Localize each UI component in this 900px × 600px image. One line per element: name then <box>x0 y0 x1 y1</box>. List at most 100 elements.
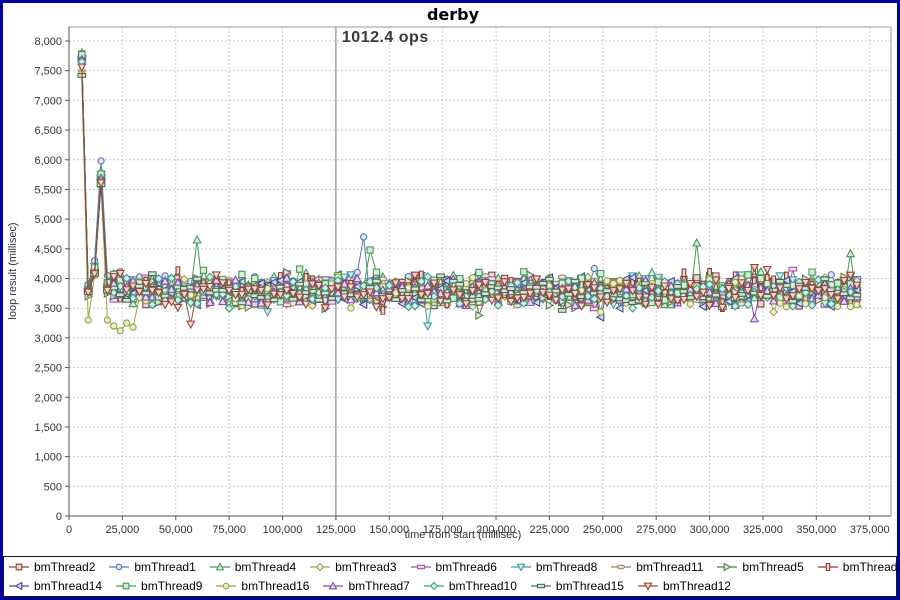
x-tick-label: 375,000 <box>850 524 890 536</box>
series-marker <box>482 292 490 296</box>
series-marker <box>116 293 124 297</box>
series-marker <box>392 298 400 302</box>
series-marker <box>104 317 110 323</box>
legend-label: bmThread12 <box>663 577 731 596</box>
y-axis-label: loop result (millisec) <box>7 222 19 319</box>
series-marker <box>117 564 123 570</box>
series-marker <box>687 301 693 307</box>
series-marker <box>604 278 610 284</box>
series-bmThread11 <box>78 54 861 307</box>
x-tick-label: 125,000 <box>316 524 356 536</box>
triangle-right-marker-icon <box>716 561 738 573</box>
series-marker <box>598 309 604 315</box>
legend-item-bmThread5: bmThread5 <box>716 558 803 577</box>
series-marker <box>840 292 848 296</box>
series-marker <box>381 307 385 315</box>
series-marker <box>618 565 625 569</box>
series-marker <box>373 279 381 283</box>
y-tick-label: 4,500 <box>34 244 62 256</box>
series-marker <box>430 583 437 590</box>
series-marker <box>469 275 475 281</box>
series-marker <box>751 315 759 322</box>
square-marker-icon <box>8 561 30 573</box>
series-marker <box>148 272 156 276</box>
circle-marker-icon <box>215 580 237 592</box>
legend-item-bmThread14: bmThread14 <box>8 577 102 596</box>
series-marker <box>763 267 771 274</box>
series-marker <box>763 294 771 298</box>
series-marker <box>361 234 367 240</box>
legend-item-bmThread13: bmThread13 <box>817 558 900 577</box>
legend-item-bmThread11: bmThread11 <box>610 558 703 577</box>
series-marker <box>682 269 686 277</box>
circle-marker-icon <box>108 561 130 573</box>
series-marker <box>546 277 554 281</box>
series-marker <box>348 305 354 311</box>
legend-item-bmThread3: bmThread3 <box>309 558 396 577</box>
y-tick-label: 2,500 <box>34 363 62 375</box>
series-line <box>82 62 857 308</box>
x-tick-label: 325,000 <box>743 524 783 536</box>
series-marker <box>783 304 789 310</box>
series-marker <box>539 281 547 285</box>
series-marker <box>85 317 91 323</box>
series-marker <box>142 291 150 295</box>
y-tick-label: 7,000 <box>34 95 62 107</box>
series-marker <box>777 300 783 306</box>
series-bmThread9 <box>79 52 860 309</box>
data-series <box>78 49 861 334</box>
triangle-down-marker-icon <box>637 580 659 592</box>
triangle-up-marker-icon <box>209 561 231 573</box>
series-marker <box>598 270 604 276</box>
y-tick-label: 8,000 <box>34 36 62 48</box>
series-line <box>82 56 857 305</box>
series-marker <box>424 273 432 281</box>
series-marker <box>16 564 22 570</box>
series-marker <box>854 302 860 308</box>
series-marker <box>590 307 598 311</box>
legend-item-bmThread9: bmThread9 <box>115 577 202 596</box>
series-marker <box>296 282 304 286</box>
series-marker <box>826 564 829 571</box>
ops-annotation: 1012.4 ops <box>342 29 429 46</box>
x-axis-label: time from start (millisec) <box>405 529 522 541</box>
x-tick-label: 50,000 <box>159 524 193 536</box>
series-marker <box>558 309 566 313</box>
triangle-down-marker-icon <box>510 561 532 573</box>
y-tick-label: 4,000 <box>34 274 62 286</box>
series-marker <box>200 267 206 273</box>
series-marker <box>776 279 784 283</box>
x-tick-label: 225,000 <box>530 524 570 536</box>
legend-item-bmThread2: bmThread2 <box>8 558 95 577</box>
series-marker <box>123 583 129 589</box>
legend-item-bmThread6: bmThread6 <box>410 558 497 577</box>
legend-item-bmThread10: bmThread10 <box>423 577 517 596</box>
series-marker <box>770 308 778 316</box>
x-tick-label: 350,000 <box>796 524 836 536</box>
legend-item-bmThread4: bmThread4 <box>209 558 296 577</box>
legend-label: bmThread15 <box>556 577 624 596</box>
legend-label: bmThread9 <box>141 577 202 596</box>
series-marker <box>758 275 764 281</box>
series-marker <box>373 304 381 311</box>
series-marker <box>456 282 464 286</box>
legend-item-bmThread8: bmThread8 <box>510 558 597 577</box>
x-tick-label: 0 <box>66 524 72 536</box>
series-marker <box>161 302 169 309</box>
x-tick-label: 300,000 <box>690 524 730 536</box>
legend-label: bmThread13 <box>843 558 900 577</box>
series-bmThread2 <box>79 51 860 309</box>
y-tick-label: 1,500 <box>34 422 62 434</box>
series-marker <box>507 287 515 291</box>
y-tick-label: 3,000 <box>34 333 62 345</box>
series-marker <box>238 301 246 305</box>
series-marker <box>411 287 419 291</box>
legend-label: bmThread11 <box>636 558 703 577</box>
x-tick-label: 25,000 <box>106 524 140 536</box>
y-tick-label: 5,500 <box>34 184 62 196</box>
series-marker <box>417 565 424 568</box>
y-tick-label: 3,500 <box>34 303 62 315</box>
series-marker <box>712 293 720 297</box>
triangle-up-marker-icon <box>322 580 344 592</box>
series-marker <box>367 247 373 253</box>
